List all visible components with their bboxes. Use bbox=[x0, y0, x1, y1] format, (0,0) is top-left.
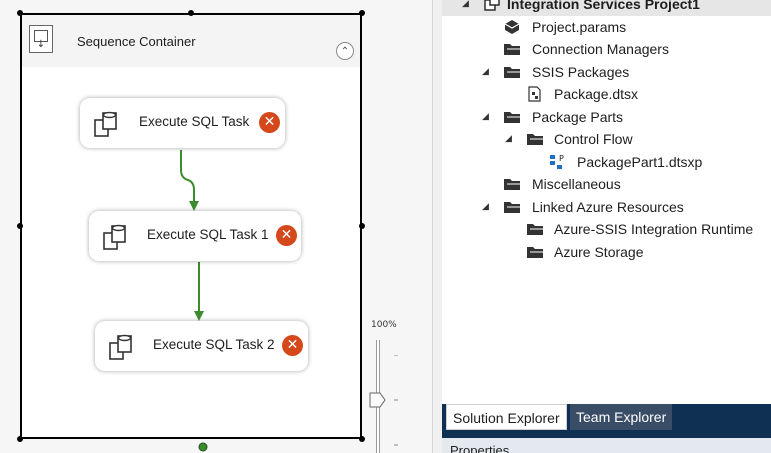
tab-team-explorer[interactable]: Team Explorer bbox=[570, 404, 673, 430]
folder-icon bbox=[504, 67, 520, 78]
task-label: Execute SQL Task 2 bbox=[153, 337, 275, 352]
output-connector-dot bbox=[198, 442, 208, 452]
task-label: Execute SQL Task 1 bbox=[147, 227, 269, 242]
tree-node-label: SSIS Packages bbox=[532, 64, 630, 80]
execute-sql-task-1[interactable]: Execute SQL Task 1 ✕ bbox=[89, 211, 301, 261]
expand-arrow-icon[interactable]: ◢ bbox=[482, 201, 489, 212]
folder-icon bbox=[527, 247, 543, 258]
error-icon: ✕ bbox=[276, 225, 297, 246]
svg-text:P: P bbox=[559, 154, 564, 163]
folder-icon bbox=[527, 134, 543, 145]
folder-icon bbox=[527, 224, 543, 235]
connector-arrowhead-1 bbox=[189, 201, 199, 211]
folder-icon bbox=[504, 112, 520, 123]
expand-arrow-icon[interactable]: ◢ bbox=[505, 133, 512, 144]
execute-sql-task-2[interactable]: Execute SQL Task 2 ✕ bbox=[95, 321, 308, 371]
project-icon bbox=[484, 0, 500, 11]
tree-node-label: Package Parts bbox=[532, 109, 624, 125]
tree-node-label: Control Flow bbox=[554, 131, 633, 147]
tree-node-label: Project.params bbox=[532, 19, 627, 35]
package-part-icon: P bbox=[550, 154, 564, 169]
sql-task-icon bbox=[94, 111, 117, 137]
tree-node-label: Linked Azure Resources bbox=[532, 199, 684, 215]
tab-solution-explorer[interactable]: Solution Explorer bbox=[446, 404, 567, 430]
tree-node-label: Miscellaneous bbox=[532, 176, 621, 192]
tree-node-label: Package.dtsx bbox=[554, 86, 639, 102]
params-icon bbox=[504, 20, 520, 34]
error-icon: ✕ bbox=[282, 335, 303, 356]
folder-icon bbox=[504, 202, 520, 213]
expand-arrow-icon[interactable]: ◢ bbox=[462, 0, 469, 9]
control-flow-designer[interactable]: ↓ Sequence Container ⌃ Execute SQL Task … bbox=[0, 0, 432, 453]
error-icon: ✕ bbox=[259, 112, 280, 133]
tool-window-tab-strip: Solution Explorer Team Explorer bbox=[442, 404, 771, 432]
panel-splitter[interactable] bbox=[432, 0, 442, 453]
sql-task-icon bbox=[109, 334, 132, 360]
zoom-level-label: 100% bbox=[371, 320, 397, 330]
zoom-slider-ticks bbox=[394, 355, 398, 446]
zoom-slider-thumb[interactable] bbox=[369, 392, 386, 408]
folder-icon bbox=[504, 179, 520, 190]
solution-explorer-panel: ◢ Integration Services Project1 Project.… bbox=[442, 0, 771, 453]
expand-arrow-icon[interactable]: ◢ bbox=[482, 66, 489, 77]
connector-arrowhead-2 bbox=[194, 311, 204, 321]
folder-icon bbox=[504, 44, 520, 55]
tree-node-label: Connection Managers bbox=[532, 41, 669, 57]
tree-node-label: Azure Storage bbox=[554, 244, 644, 260]
package-file-icon bbox=[528, 86, 541, 102]
tree-node-label: PackagePart1.dtsxp bbox=[577, 154, 703, 170]
tree-node-project[interactable]: ◢ Integration Services Project1 bbox=[442, 0, 771, 16]
tree-node-label: Azure-SSIS Integration Runtime bbox=[554, 221, 754, 237]
sql-task-icon bbox=[103, 224, 126, 250]
execute-sql-task[interactable]: Execute SQL Task ✕ bbox=[80, 98, 285, 148]
tree-node-label: Integration Services Project1 bbox=[507, 0, 700, 12]
expand-arrow-icon[interactable]: ◢ bbox=[482, 111, 489, 122]
task-label: Execute SQL Task bbox=[139, 114, 250, 129]
properties-panel-title[interactable]: Properties bbox=[442, 432, 771, 453]
precedence-constraint-1 bbox=[180, 150, 195, 203]
